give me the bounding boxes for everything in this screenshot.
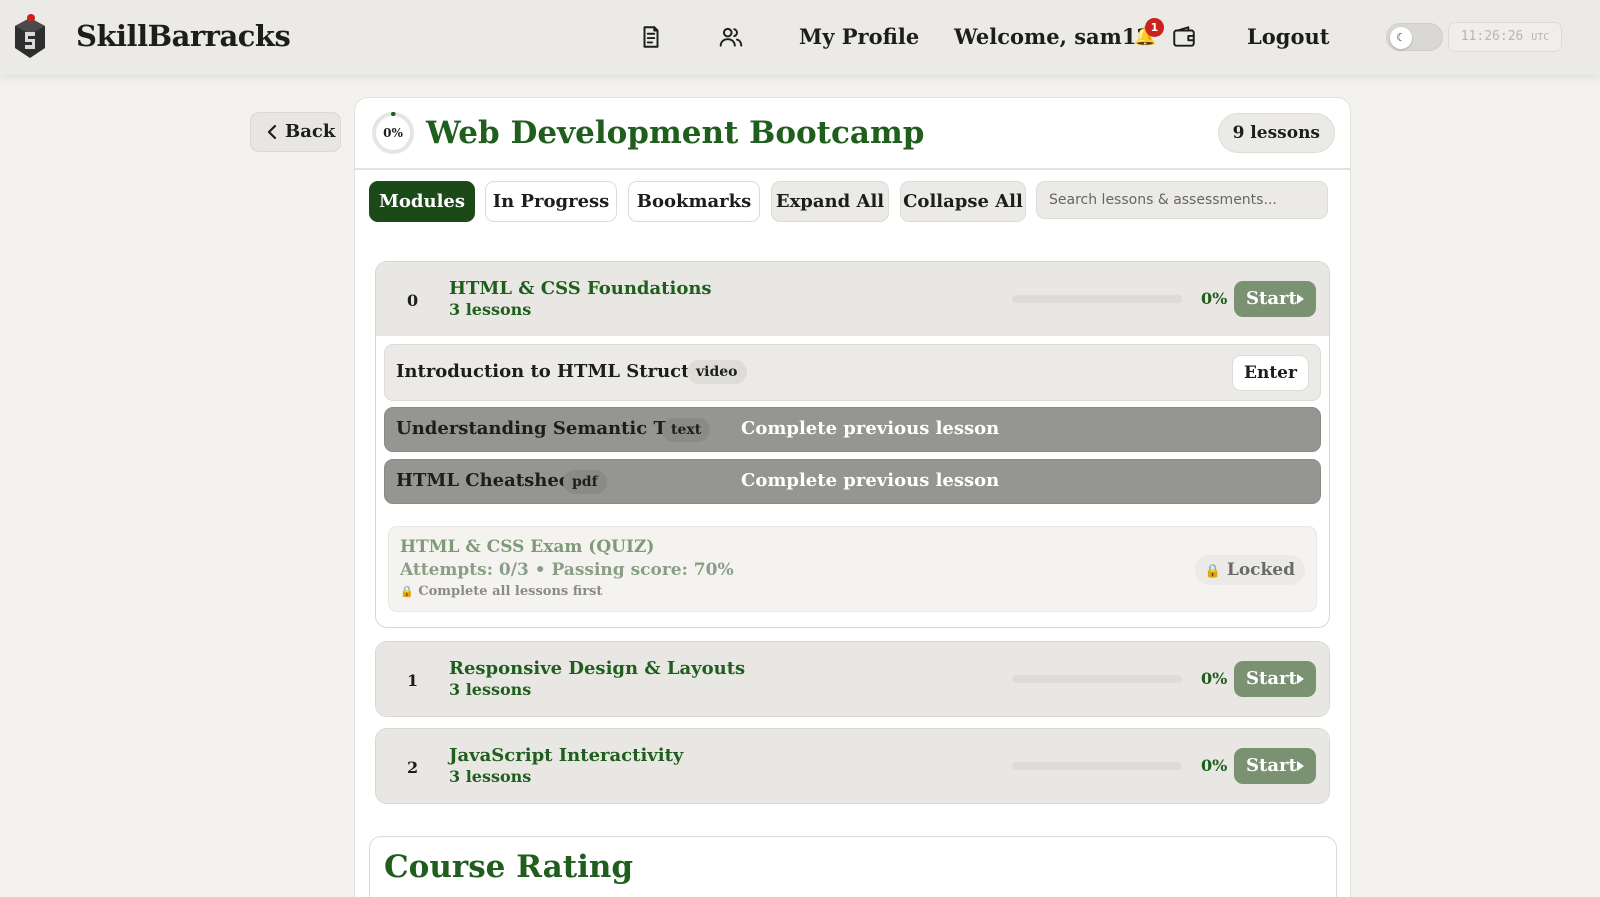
lesson-type-badge: pdf (563, 470, 607, 494)
moon-icon: ☾ (1390, 27, 1412, 49)
lesson-lock-note: Complete previous lesson (741, 418, 1000, 439)
module-title: Responsive Design & Layouts (449, 658, 746, 679)
lesson-lock-note: Complete previous lesson (741, 470, 1000, 491)
module-progress-bar (1012, 762, 1182, 770)
quiz-attempts: Attempts: 0/3 • Passing score: 70% (400, 560, 734, 580)
module-lesson-count: 3 lessons (449, 300, 532, 319)
start-label: Start (1246, 755, 1297, 776)
clock-time: 11:26:26 (1460, 29, 1524, 44)
start-button[interactable]: Start (1234, 748, 1316, 784)
quiz-card: HTML & CSS Exam (QUIZ) Attempts: 0/3 • P… (388, 526, 1317, 612)
course-rating-section: Course Rating (369, 836, 1337, 897)
module-card: 2 JavaScript Interactivity 3 lessons 0% … (375, 728, 1330, 804)
wallet-icon[interactable] (1171, 24, 1197, 50)
lesson-row[interactable]: Introduction to HTML Structure video Ent… (384, 344, 1321, 401)
rating-title: Course Rating (384, 849, 634, 885)
lesson-type-badge: text (662, 418, 711, 442)
lesson-name: HTML Cheatsheet (396, 470, 579, 491)
start-button[interactable]: Start (1234, 281, 1316, 317)
brand-name[interactable]: SkillBarracks (76, 19, 291, 53)
module-progress-bar (1012, 675, 1182, 683)
module-header[interactable]: 1 Responsive Design & Layouts 3 lessons … (376, 642, 1329, 716)
start-label: Start (1246, 288, 1297, 309)
quiz-title: HTML & CSS Exam (QUIZ) (400, 537, 655, 557)
module-card: 1 Responsive Design & Layouts 3 lessons … (375, 641, 1330, 717)
enter-button[interactable]: Enter (1232, 355, 1309, 391)
tab-bookmarks[interactable]: Bookmarks (628, 181, 760, 222)
module-title: JavaScript Interactivity (449, 745, 684, 766)
play-icon (1297, 294, 1304, 304)
course-progress-label: 0% (383, 126, 403, 140)
back-button[interactable]: Back (250, 112, 341, 152)
course-header: 0% Web Development Bootcamp 9 lessons (355, 98, 1350, 170)
clock-zone: UTC (1531, 32, 1550, 43)
top-navbar: SkillBarracks My Profile Welcome, sam12 … (0, 0, 1600, 75)
play-icon (1297, 674, 1304, 684)
module-title: HTML & CSS Foundations (449, 278, 712, 299)
my-profile-link[interactable]: My Profile (799, 24, 919, 49)
users-icon[interactable] (718, 24, 744, 50)
module-percent: 0% (1201, 756, 1228, 775)
lesson-row-locked: HTML Cheatsheet pdf Complete previous le… (384, 459, 1321, 504)
back-label: Back (285, 121, 336, 142)
logout-link[interactable]: Logout (1247, 24, 1329, 49)
welcome-text: Welcome, sam12 (954, 24, 1152, 49)
tab-in-progress[interactable]: In Progress (485, 181, 617, 222)
module-card: 0 HTML & CSS Foundations 3 lessons 0% St… (375, 261, 1330, 628)
start-button[interactable]: Start (1234, 661, 1316, 697)
logo-icon[interactable] (12, 12, 48, 60)
module-number: 2 (407, 758, 419, 777)
course-title: Web Development Bootcamp (426, 115, 925, 151)
lesson-name: Introduction to HTML Structure (396, 361, 724, 382)
course-panel: 0% Web Development Bootcamp 9 lessons Mo… (354, 97, 1351, 897)
quiz-locked-badge: 🔒 Locked (1194, 555, 1305, 585)
module-number: 1 (407, 671, 419, 690)
module-lesson-count: 3 lessons (449, 680, 532, 699)
quiz-status: Locked (1226, 560, 1295, 580)
lock-icon: 🔒 (400, 585, 414, 598)
courses-icon[interactable] (638, 24, 664, 50)
module-percent: 0% (1201, 669, 1228, 688)
module-header[interactable]: 2 JavaScript Interactivity 3 lessons 0% … (376, 729, 1329, 803)
start-label: Start (1246, 668, 1297, 689)
chevron-left-icon (267, 124, 277, 140)
notification-badge: 1 (1145, 18, 1164, 37)
lessons-count-badge: 9 lessons (1217, 113, 1335, 153)
module-progress-bar (1012, 295, 1182, 303)
module-header[interactable]: 0 HTML & CSS Foundations 3 lessons 0% St… (376, 262, 1329, 336)
quiz-hint-text: Complete all lessons first (418, 584, 603, 599)
play-icon (1297, 761, 1304, 771)
lesson-type-badge: video (687, 360, 747, 384)
theme-toggle[interactable]: ☾ (1386, 23, 1443, 51)
lesson-row-locked: Understanding Semantic Tags text Complet… (384, 407, 1321, 452)
collapse-all-button[interactable]: Collapse All (900, 181, 1026, 222)
quiz-hint: 🔒 Complete all lessons first (400, 584, 602, 599)
module-lesson-count: 3 lessons (449, 767, 532, 786)
expand-all-button[interactable]: Expand All (771, 181, 889, 222)
lock-icon: 🔒 (1204, 564, 1221, 579)
lesson-name: Understanding Semantic Tags (396, 418, 700, 439)
module-number: 0 (407, 291, 419, 310)
search-input[interactable] (1036, 181, 1328, 219)
utc-clock: 11:26:26 UTC (1448, 22, 1562, 52)
tab-modules[interactable]: Modules (369, 181, 475, 222)
module-percent: 0% (1201, 289, 1228, 308)
